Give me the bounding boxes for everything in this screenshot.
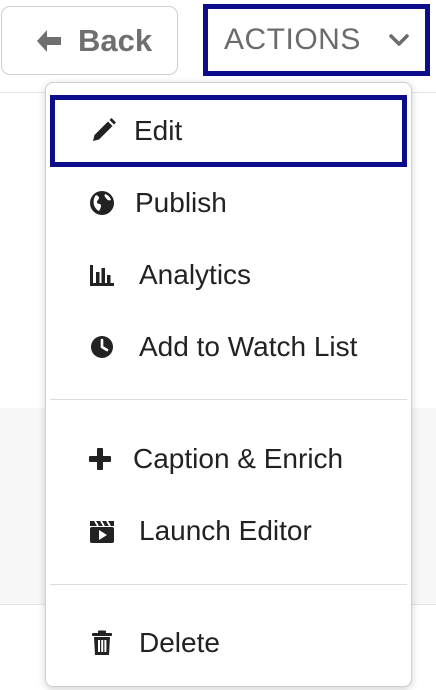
menu-item-delete[interactable]: Delete [46,607,411,679]
plus-icon [85,444,115,474]
trash-icon [87,628,117,658]
pencil-icon [88,116,118,146]
menu-item-label: Delete [139,627,220,658]
menu-item-label: Publish [135,187,227,218]
back-button-label: Back [78,22,153,58]
clock-icon [87,332,117,362]
globe-icon [87,188,117,218]
menu-item-launch-editor[interactable]: Launch Editor [46,495,411,567]
menu-item-analytics[interactable]: Analytics [46,239,411,311]
menu-item-caption-enrich[interactable]: Caption & Enrich [46,423,411,495]
menu-item-add-to-watch-list[interactable]: Add to Watch List [46,311,411,383]
actions-button-label: ACTIONS [224,23,361,56]
bar-chart-icon [87,260,117,290]
menu-divider [50,584,407,585]
back-button[interactable]: Back [1,6,178,75]
actions-menu: Edit Publish Analytics Add to Watch List… [45,82,412,687]
menu-divider [50,399,407,400]
menu-item-edit[interactable]: Edit [50,95,407,167]
arrow-left-icon [34,26,78,56]
menu-item-label: Caption & Enrich [133,443,344,474]
chevron-down-icon [387,28,411,52]
actions-dropdown-button[interactable]: ACTIONS [203,4,430,76]
clapperboard-icon [87,516,117,546]
menu-item-label: Edit [134,115,183,146]
menu-item-label: Analytics [139,259,252,290]
menu-item-publish[interactable]: Publish [46,167,411,239]
menu-item-label: Add to Watch List [139,331,358,362]
menu-item-label: Launch Editor [139,515,312,546]
